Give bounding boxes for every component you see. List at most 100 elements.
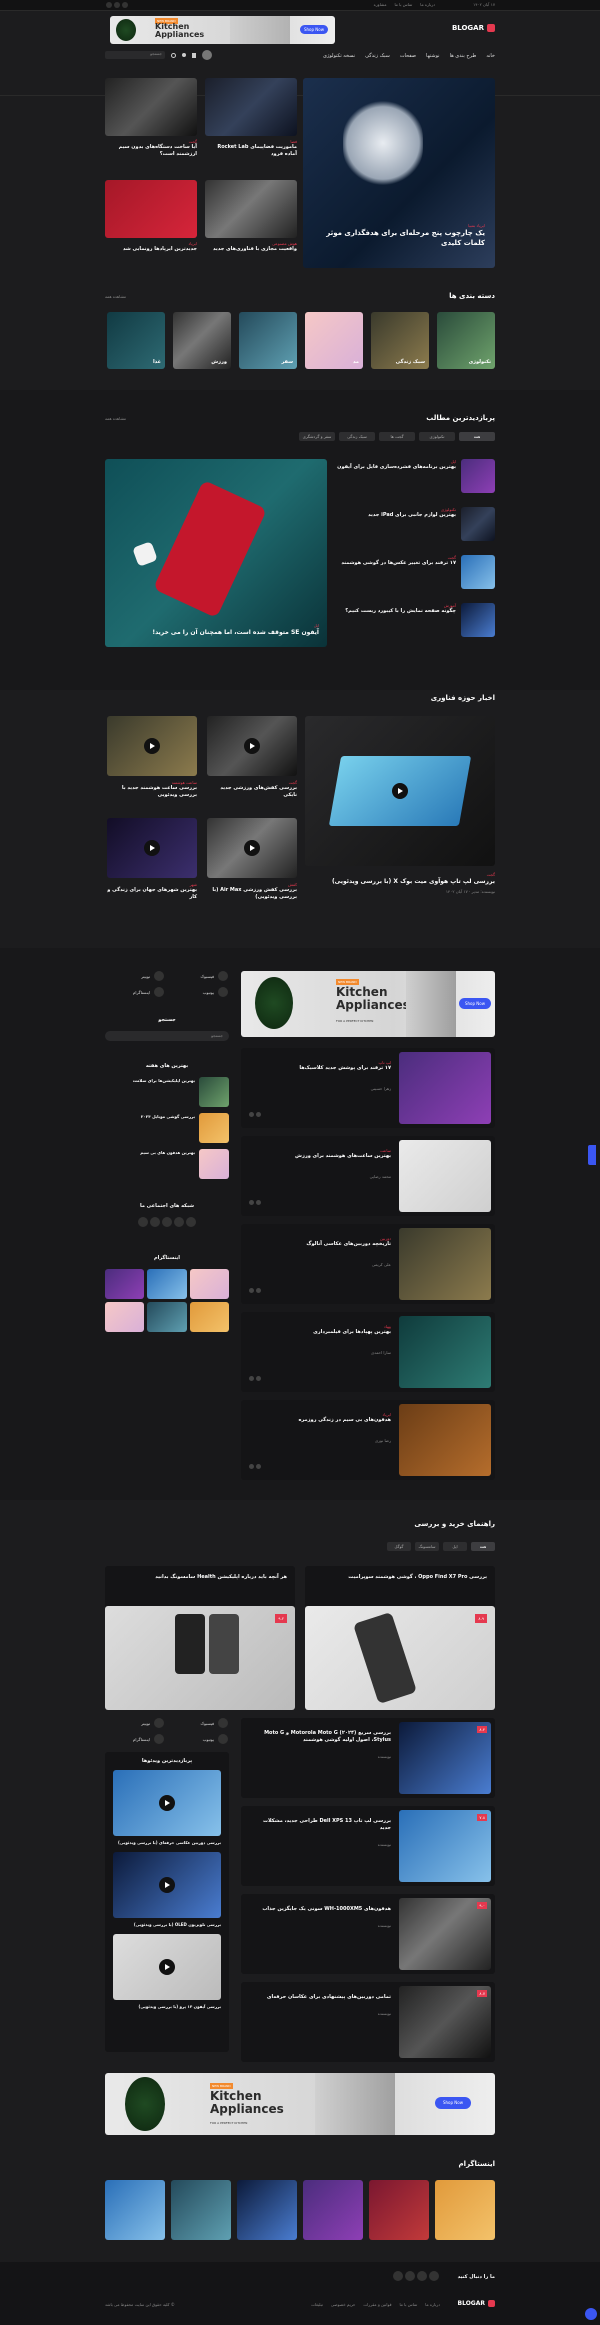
category-item[interactable]: غذا	[107, 312, 165, 369]
ad-shop-button[interactable]: Shop Now	[300, 25, 328, 34]
hero-card[interactable]: ایرپاد جدیدترین ایرپادها رونمایی شد	[105, 180, 197, 253]
tab-lifestyle[interactable]: سبک زندگی	[339, 432, 375, 441]
play-icon[interactable]	[244, 840, 260, 856]
play-icon[interactable]	[159, 1877, 175, 1893]
video-item[interactable]: بررسی تلویزیون OLED (با بررسی ویدئویی)	[113, 1852, 221, 1928]
play-icon[interactable]	[159, 1959, 175, 1975]
comment-icon[interactable]	[249, 1112, 254, 1117]
insta-thumb[interactable]	[105, 1269, 145, 1299]
feed-item[interactable]: دوربین تاریخچه دوربین‌های عکاسی آنالوگ علی…	[241, 1224, 495, 1304]
nav-item-home[interactable]: خانه	[486, 53, 495, 59]
tech-card[interactable]: ساعت هوشمند بررسی ساعت هوشمند جدید با بر…	[107, 716, 197, 799]
share-icon[interactable]	[255, 1376, 261, 1381]
tech-card[interactable]: شهر بهترین شهرهای جهان برای زندگی و کار	[107, 818, 197, 901]
facebook-icon[interactable]	[186, 1217, 196, 1227]
instagram-icon[interactable]	[150, 1217, 160, 1227]
youtube-icon[interactable]	[162, 1217, 172, 1227]
insta-thumb[interactable]	[303, 2180, 363, 2240]
footer-link[interactable]: قوانین و مقررات	[363, 2302, 391, 2307]
instagram-icon[interactable]	[405, 2271, 415, 2281]
insta-thumb[interactable]	[171, 2180, 231, 2240]
search-icon[interactable]	[171, 52, 176, 58]
best-item[interactable]: بهترین هدفون های بی سیم	[105, 1149, 229, 1179]
social-counter[interactable]: توییتر	[105, 1718, 165, 1728]
bottom-ad[interactable]: NEW BRAND Kitchen Appliances FOR A PERFE…	[105, 2073, 495, 2135]
feed-item[interactable]: پهپاد بهترین پهپادها برای فیلمبرداری سارا …	[241, 1312, 495, 1392]
tab-all[interactable]: همه	[459, 432, 495, 441]
list-item[interactable]: گجت ۱۷ ترفند برای تغییر عکس‌ها در گوشی هو…	[337, 555, 495, 591]
categories-see-all[interactable]: مشاهده همه	[105, 294, 126, 299]
tech-card[interactable]: گجت بررسی کفش‌های ورزشی جدید نایکی	[207, 716, 297, 799]
linkedin-icon[interactable]	[138, 1217, 148, 1227]
hero-main[interactable]: ایرپاد بمبیا یک چارچوب پنج مرحله‌ای برای…	[303, 78, 495, 268]
footer-link[interactable]: تبلیغات	[311, 2302, 323, 2307]
comment-icon[interactable]	[249, 1464, 254, 1469]
list-item[interactable]: تکنولوژی بهترین لوازم جانبی برای iPad جدی…	[337, 507, 495, 543]
ad-shop-button[interactable]: Shop Now	[435, 2097, 471, 2109]
tab-reviews-google[interactable]: گوگل	[387, 1542, 411, 1551]
topbar-link[interactable]: تماس با ما	[395, 2, 413, 7]
video-item[interactable]: بررسی آیفون ۱۴ پرو (با بررسی ویدئویی)	[113, 1934, 221, 2010]
user-icon[interactable]	[182, 53, 186, 57]
footer-logo[interactable]: BLOGAR	[458, 2300, 495, 2307]
play-icon[interactable]	[244, 738, 260, 754]
social-icon[interactable]	[106, 2, 112, 8]
insta-thumb[interactable]	[105, 2180, 165, 2240]
share-icon[interactable]	[255, 1464, 261, 1469]
comment-icon[interactable]	[249, 1200, 254, 1205]
tab-travel[interactable]: سفر و گردشگری	[299, 432, 335, 441]
review-item[interactable]: ۸.۴ بررسی سریع Motorola Moto G (۲۰۲۴) و …	[241, 1718, 495, 1798]
avatar[interactable]	[202, 50, 212, 60]
comment-icon[interactable]	[249, 1288, 254, 1293]
insta-thumb[interactable]	[147, 1269, 187, 1299]
social-counter[interactable]: یوتیوب	[169, 1734, 229, 1744]
search-input[interactable]: جستجو	[105, 51, 165, 59]
twitter-icon[interactable]	[417, 2271, 427, 2281]
tab-gadget[interactable]: گجت ها	[379, 432, 415, 441]
social-counter[interactable]: اینستاگرام	[105, 1734, 165, 1744]
hero-card[interactable]: گجت آیا ساخت دستگاه‌های بدون سیم ارزشمند…	[105, 78, 197, 158]
nav-item-pages[interactable]: صفحات	[400, 53, 416, 59]
side-widget-button[interactable]	[588, 1145, 596, 1165]
insta-thumb[interactable]	[147, 1302, 187, 1332]
list-item[interactable]: اپل بهترین برنامه‌های فشرده‌سازی فایل برا…	[337, 459, 495, 495]
popular-see-all[interactable]: مشاهده همه	[105, 416, 126, 421]
feed-ad[interactable]: NEW BRAND Kitchen Appliances FOR A PERFE…	[241, 971, 495, 1037]
insta-thumb[interactable]	[237, 2180, 297, 2240]
insta-thumb[interactable]	[189, 1269, 229, 1299]
share-icon[interactable]	[255, 1200, 261, 1205]
tab-reviews-apple[interactable]: اپل	[443, 1542, 467, 1551]
feed-item[interactable]: ساعت بهترین ساعت‌های هوشمند برای ورزش محمد…	[241, 1136, 495, 1216]
social-counter[interactable]: یوتیوب	[169, 987, 229, 997]
popular-feature[interactable]: اپل آیفون SE متوقف شده است، اما همچنان آ…	[105, 459, 327, 647]
best-item[interactable]: بهترین اپلیکیشن‌ها برای سلامت	[105, 1077, 229, 1107]
topbar-link[interactable]: درباره ما	[420, 2, 435, 7]
nav-item-tech[interactable]: نسخه تکنولوژی	[323, 53, 355, 59]
review-item[interactable]: ۹.۰ هدفون‌های WH-1000XM5 سونی یک جایگزین…	[241, 1894, 495, 1974]
social-counter[interactable]: فیسبوک	[169, 1718, 229, 1728]
tech-card[interactable]: کفش بررسی کفش ورزشی Air Max (با بررسی وی…	[207, 818, 297, 901]
nav-item-layouts[interactable]: طرح بندی ها	[450, 53, 477, 59]
insta-thumb[interactable]	[369, 2180, 429, 2240]
tab-reviews-all[interactable]: همه	[471, 1542, 495, 1551]
ad-shop-button[interactable]: Shop Now	[459, 998, 491, 1009]
hero-card[interactable]: هوش مصنوعی واقعیت مجازی با فناوری‌های جد…	[205, 180, 297, 253]
site-logo[interactable]: BLOGAR	[452, 24, 495, 32]
tab-reviews-samsung[interactable]: سامسونگ	[415, 1542, 439, 1551]
best-item[interactable]: بررسی گوشی موبایل ۲۰۲۴	[105, 1113, 229, 1143]
category-item[interactable]: تکنولوژی	[437, 312, 495, 369]
social-icon[interactable]	[122, 2, 128, 8]
nav-item-posts[interactable]: نوشتها	[426, 53, 440, 59]
share-icon[interactable]	[255, 1288, 261, 1293]
hero-main-title[interactable]: یک چارچوب پنج مرحله‌ای برای هدفگذاری موث…	[315, 228, 485, 248]
feed-item[interactable]: ایرپاد هدفون‌های بی سیم در زندگی روزمره رض…	[241, 1400, 495, 1480]
sidebar-search-input[interactable]: جستجو	[105, 1031, 229, 1041]
comment-icon[interactable]	[249, 1376, 254, 1381]
youtube-icon[interactable]	[393, 2271, 403, 2281]
category-item[interactable]: ورزش	[173, 312, 231, 369]
share-icon[interactable]	[255, 1112, 261, 1117]
back-to-top-button[interactable]	[585, 2308, 597, 2320]
play-icon[interactable]	[159, 1795, 175, 1811]
video-item[interactable]: بررسی دوربین عکاسی حرفه‌ای (با بررسی وید…	[113, 1770, 221, 1846]
review-top-card[interactable]: هر آنچه باید درباره اپلیکیشن Health سامس…	[105, 1566, 295, 1710]
